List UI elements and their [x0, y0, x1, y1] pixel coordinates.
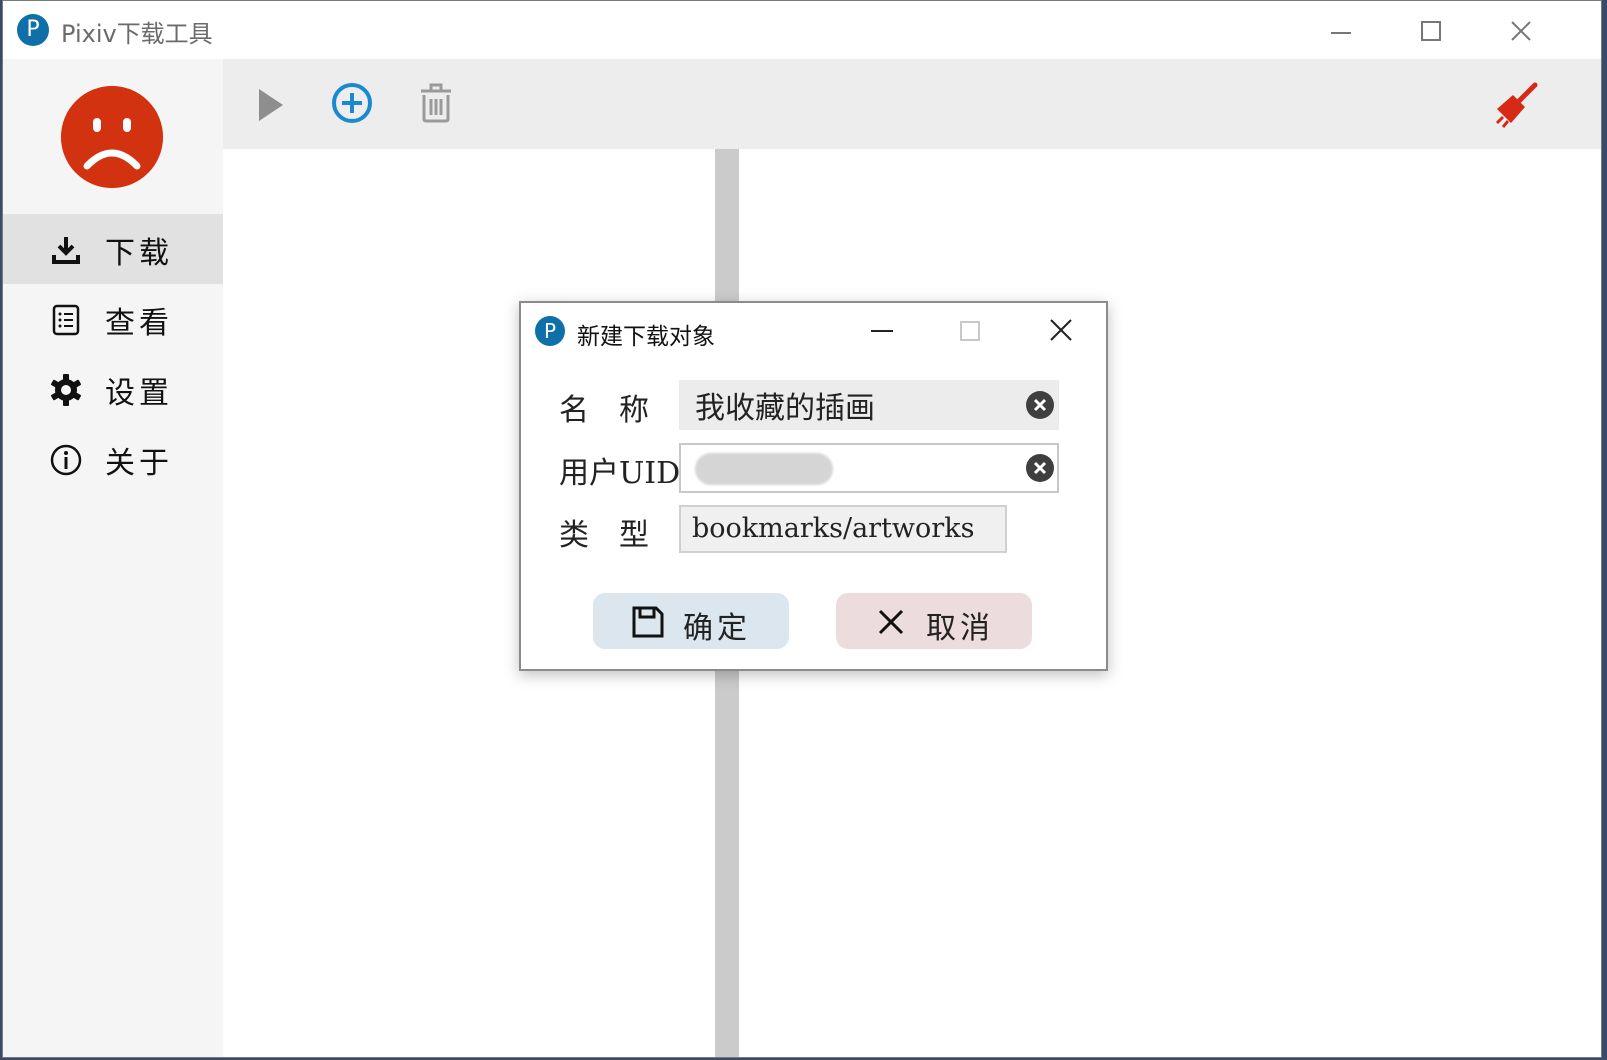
close-window-button[interactable]	[1475, 7, 1565, 53]
uid-label: 用户UID	[559, 456, 681, 491]
minimize-icon	[1331, 32, 1351, 34]
dialog-close-button[interactable]	[1041, 313, 1081, 349]
confirm-button[interactable]: 确定	[593, 593, 789, 649]
sidebar-item-about[interactable]: 关于	[3, 424, 223, 494]
redacted-uid-mask	[695, 453, 833, 485]
clear-uid-button[interactable]	[1026, 454, 1054, 482]
title-bar: P Pixiv下载工具	[3, 1, 1601, 59]
confirm-label: 确定	[683, 611, 751, 646]
clear-icon	[1033, 398, 1047, 412]
minimize-button[interactable]	[1295, 7, 1385, 53]
sidebar-item-label: 查看	[105, 306, 173, 341]
play-icon	[259, 89, 283, 121]
sidebar: 下载 查看 设置 关于	[3, 59, 224, 1057]
name-input[interactable]	[679, 380, 1059, 430]
dialog-maximize-button[interactable]	[949, 313, 989, 349]
clean-button[interactable]	[1491, 81, 1539, 129]
toolbar	[223, 59, 1601, 149]
trash-icon	[421, 83, 451, 123]
info-icon	[50, 444, 82, 476]
start-button[interactable]	[245, 81, 293, 129]
sidebar-item-download[interactable]: 下载	[3, 214, 223, 284]
save-icon	[632, 606, 664, 638]
broom-icon	[1495, 82, 1538, 128]
dialog-title: 新建下载对象	[577, 324, 715, 350]
cancel-button[interactable]: 取消	[836, 593, 1032, 649]
clear-name-button[interactable]	[1026, 391, 1054, 419]
add-button[interactable]	[328, 81, 376, 129]
cancel-label: 取消	[926, 611, 994, 646]
close-icon	[1050, 319, 1072, 341]
maximize-icon	[1421, 21, 1441, 41]
type-select[interactable]: bookmarks/artworks	[679, 505, 1007, 553]
type-label: 类 型	[559, 518, 649, 553]
gear-icon	[51, 374, 81, 406]
add-circle-icon	[332, 83, 372, 123]
dialog-minimize-button[interactable]	[861, 313, 901, 349]
list-icon	[52, 304, 80, 336]
delete-button[interactable]	[413, 81, 461, 129]
sidebar-item-view[interactable]: 查看	[3, 284, 223, 354]
pixiv-logo-icon: P	[17, 14, 49, 46]
download-icon	[52, 237, 80, 264]
close-icon	[1511, 21, 1531, 41]
minimize-icon	[871, 330, 893, 332]
pixiv-logo-icon: P	[535, 316, 565, 346]
clear-icon	[1033, 461, 1047, 475]
maximize-icon	[960, 321, 980, 341]
close-icon	[878, 609, 904, 635]
name-label: 名 称	[559, 393, 649, 428]
maximize-button[interactable]	[1385, 7, 1475, 53]
new-download-dialog: P 新建下载对象 名 称 用户UID 类 型 bookmarks/artwork…	[519, 301, 1108, 671]
sad-face-avatar-icon[interactable]	[61, 86, 163, 188]
sidebar-item-settings[interactable]: 设置	[3, 354, 223, 424]
sidebar-item-label: 下载	[105, 236, 173, 271]
window-title: Pixiv下载工具	[61, 20, 213, 48]
sidebar-item-label: 设置	[105, 376, 173, 411]
sidebar-item-label: 关于	[105, 446, 173, 481]
